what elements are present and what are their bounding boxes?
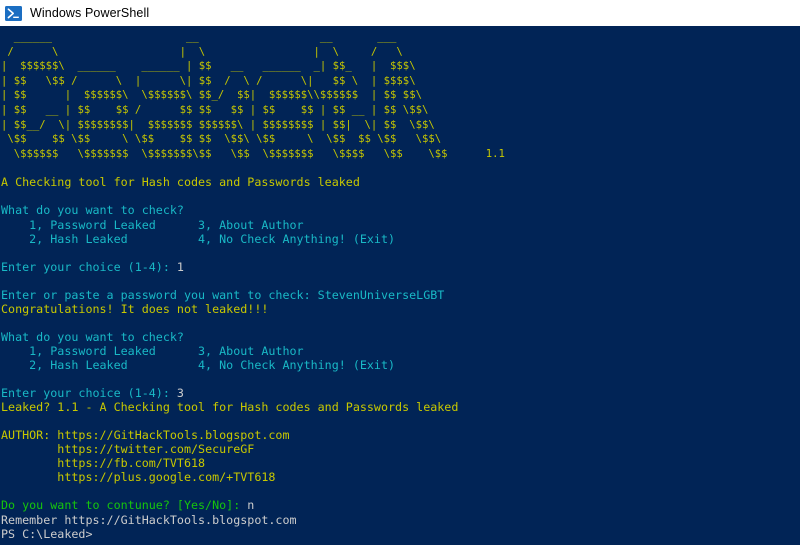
- menu-prompt-2: What do you want to check?: [1, 329, 184, 344]
- continue-value: n: [247, 498, 255, 513]
- spacer-line: [1, 484, 800, 498]
- spacer-line: [1, 189, 800, 203]
- choice-value-2: 3: [176, 386, 184, 401]
- titlebar[interactable]: Windows PowerShell: [0, 0, 800, 26]
- terminal-body[interactable]: ______ __ __ ___ / \ | \ | \ / \ | $$$$$…: [0, 26, 800, 545]
- powershell-icon: [5, 5, 22, 22]
- banner-tagline: A Checking tool for Hash codes and Passw…: [1, 175, 360, 190]
- remember-line: Remember https://GitHackTools.blogspot.c…: [1, 512, 297, 527]
- author-link-facebook[interactable]: https://fb.com/TVT618: [57, 456, 205, 470]
- spacer-line: [1, 246, 800, 260]
- menu-row-1[interactable]: 1, Password Leaked 3, About Author: [1, 218, 303, 232]
- powershell-window: Windows PowerShell ______ __ __ ___ / \ …: [0, 0, 800, 545]
- continue-prompt: Do you want to contunue? [Yes/No]:: [1, 498, 248, 513]
- password-result: Congratulations! It does not leaked!!!: [1, 301, 269, 316]
- terminal-output: A Checking tool for Hash codes and Passw…: [1, 161, 800, 540]
- shell-prompt[interactable]: PS C:\Leaked>: [1, 527, 92, 541]
- banner-version: 1.1: [479, 147, 505, 160]
- author-label: AUTHOR:: [1, 428, 58, 443]
- password-value: StevenUniverseLGBT: [317, 287, 445, 302]
- menu-row-1-repeat[interactable]: 1, Password Leaked 3, About Author: [1, 344, 303, 358]
- author-indent: [1, 456, 57, 470]
- ascii-banner: ______ __ __ ___ / \ | \ | \ / \ | $$$$$…: [1, 31, 505, 160]
- menu-row-2-repeat[interactable]: 2, Hash Leaked 4, No Check Anything! (Ex…: [1, 358, 395, 372]
- menu-row-2[interactable]: 2, Hash Leaked 4, No Check Anything! (Ex…: [1, 232, 395, 246]
- about-line: Leaked? 1.1 - A Checking tool for Hash c…: [1, 400, 459, 415]
- spacer-line: [1, 414, 800, 428]
- author-indent: [1, 442, 57, 456]
- spacer-line: [1, 316, 800, 330]
- choice-prompt-1: Enter your choice (1-4):: [1, 259, 177, 274]
- choice-value-1: 1: [176, 259, 184, 274]
- password-prompt: Enter or paste a password you want to ch…: [1, 287, 318, 302]
- spacer-line: [1, 274, 800, 288]
- author-indent: [1, 470, 57, 484]
- author-link-twitter[interactable]: https://twitter.com/SecureGF: [57, 442, 254, 456]
- author-link-googleplus[interactable]: https://plus.google.com/+TVT618: [57, 470, 275, 484]
- choice-prompt-2: Enter your choice (1-4):: [1, 386, 177, 401]
- window-title: Windows PowerShell: [30, 6, 150, 20]
- menu-prompt: What do you want to check?: [1, 203, 184, 218]
- spacer-line: [1, 161, 800, 175]
- spacer-line: [1, 372, 800, 386]
- author-link-blog[interactable]: https://GitHackTools.blogspot.com: [57, 428, 289, 442]
